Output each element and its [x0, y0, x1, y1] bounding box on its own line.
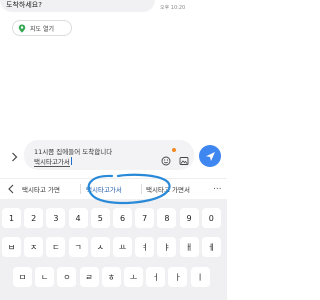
suggestion-2[interactable]: 택시타고가서	[86, 184, 122, 194]
open-map-label: 지도 열기	[30, 25, 54, 33]
key[interactable]: ㅏ	[168, 267, 188, 287]
suggestion-divider	[141, 184, 142, 194]
input-text-line2: 택시타고가서	[34, 156, 72, 167]
open-map-button[interactable]: 지도 열기	[12, 20, 72, 36]
suggestion-3[interactable]: 택시타고 가면서	[146, 184, 190, 194]
key[interactable]: ㄹ	[79, 267, 99, 287]
emoji-button[interactable]	[161, 151, 171, 166]
key[interactable]: 1	[2, 208, 21, 228]
key[interactable]: ㄱ	[68, 237, 88, 257]
received-message-bubble: 도착하세요?	[0, 0, 155, 12]
key[interactable]: ㅛ	[113, 237, 132, 257]
key[interactable]: ㅁ	[13, 267, 32, 287]
key[interactable]: ㅎ	[101, 267, 121, 287]
key[interactable]: 5	[90, 208, 110, 228]
key[interactable]: ㅈ	[24, 237, 44, 257]
key[interactable]: 8	[157, 208, 177, 228]
send-button[interactable]	[199, 145, 221, 167]
key[interactable]: ㅕ	[135, 237, 155, 257]
chat-area: 도착하세요? 오후 10:20 지도 열기	[0, 0, 227, 110]
received-message-text: 도착하세요?	[6, 1, 42, 9]
key[interactable]: ㅔ	[201, 237, 221, 257]
key[interactable]: ㅅ	[90, 237, 110, 257]
text-cursor	[70, 157, 72, 165]
key[interactable]: ㅓ	[146, 267, 166, 287]
composing-text: 택시타고가서	[34, 158, 70, 167]
key[interactable]: ㅇ	[57, 267, 77, 287]
keyboard: 1234567890 ㅂㅈㄷㄱㅅㅛㅕㅑㅐㅔ ㅁㄴㅇㄹㅎㅗㅓㅏㅣ	[0, 199, 227, 300]
key[interactable]: 3	[46, 208, 66, 228]
emoji-icon	[161, 156, 171, 166]
key[interactable]: 0	[201, 208, 221, 228]
suggestion-divider	[80, 184, 81, 194]
key[interactable]: 2	[24, 208, 44, 228]
key[interactable]: 7	[135, 208, 155, 228]
expand-button[interactable]	[8, 150, 20, 164]
send-icon	[205, 151, 215, 161]
key[interactable]: 6	[113, 208, 132, 228]
message-time: 오후 10:20	[160, 5, 186, 11]
key[interactable]: 4	[68, 208, 88, 228]
key[interactable]: 9	[179, 208, 199, 228]
chevron-left-icon[interactable]	[5, 183, 17, 195]
key[interactable]: ㅂ	[2, 237, 21, 257]
notification-dot	[172, 148, 176, 152]
map-pin-icon	[18, 24, 26, 33]
key[interactable]: ㅑ	[157, 237, 177, 257]
more-suggestions-button[interactable]: ...	[213, 182, 222, 192]
key[interactable]: ㅐ	[179, 237, 199, 257]
key[interactable]: ㅗ	[124, 267, 143, 287]
gallery-icon	[179, 157, 189, 165]
key[interactable]: ㄷ	[46, 237, 66, 257]
input-text-line1: 11시쯤 집에들어 도착합니다	[34, 148, 113, 156]
gallery-button[interactable]	[179, 151, 189, 165]
message-input-row: 11시쯤 집에들어 도착합니다 택시타고가서	[0, 140, 227, 176]
suggestion-bar: 택시타고 가면 택시타고가서 택시타고 가면서 ...	[0, 178, 227, 198]
chevron-right-icon	[11, 152, 17, 162]
suggestion-1[interactable]: 택시타고 가면	[22, 184, 60, 194]
key[interactable]: ㄴ	[35, 267, 55, 287]
key[interactable]: ㅣ	[190, 267, 210, 287]
